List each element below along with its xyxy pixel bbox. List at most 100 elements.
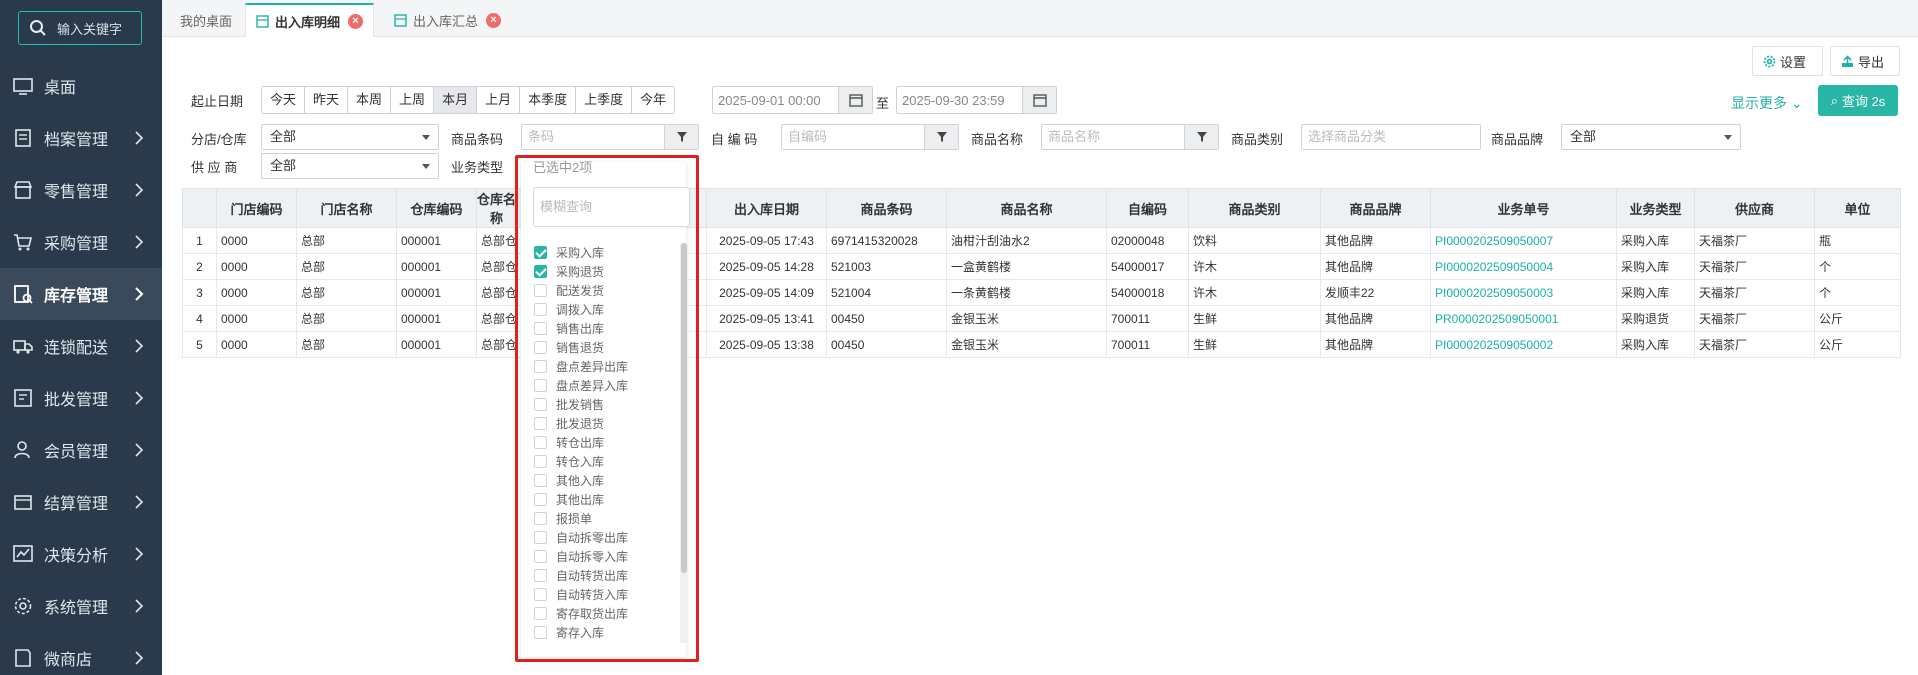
sidebar-item-wholesale[interactable]: 批发管理 (0, 372, 162, 424)
export-label: 导出 (1858, 54, 1885, 70)
preset-today[interactable]: 今天 (262, 87, 306, 113)
chevron-right-icon (135, 131, 144, 145)
cell-unit: 瓶 (1814, 227, 1901, 254)
col-header[interactable]: 单位 (1814, 188, 1901, 228)
col-header[interactable]: 商品品牌 (1320, 188, 1431, 228)
cell-supplier: 天福茶厂 (1694, 227, 1815, 254)
sidebar-search-placeholder: 输入关键字 (57, 21, 123, 37)
cell-category: 许木 (1188, 279, 1321, 306)
cell-unit: 公斤 (1814, 331, 1901, 358)
cell-category: 许木 (1188, 253, 1321, 280)
highlight-box (515, 155, 699, 662)
sidebar-search-input[interactable]: 输入关键字 (18, 11, 142, 45)
close-icon[interactable]: × (486, 12, 502, 28)
cell-order-link[interactable]: PI0000202509050004 (1430, 253, 1617, 280)
sidebar-item-label: 会员管理 (44, 444, 109, 461)
col-header[interactable]: 仓库编码 (396, 188, 477, 228)
cell-order-link[interactable]: PI0000202509050002 (1430, 331, 1617, 358)
inout-table: 门店编码 门店名称 仓库编码 仓库名称 出入库日期 商品条码 商品名称 自编码 … (182, 188, 1901, 358)
sidebar-item-distribution[interactable]: 连锁配送 (0, 320, 162, 372)
cell-store-code: 0000 (216, 227, 297, 254)
filter-icon[interactable] (1184, 125, 1218, 149)
selfcode-input[interactable]: 自编码 (781, 124, 959, 150)
wholesale-icon (12, 387, 34, 409)
preset-last-month[interactable]: 上月 (477, 87, 521, 113)
col-header[interactable]: 供应商 (1694, 188, 1815, 228)
cell-order-link[interactable]: PI0000202509050003 (1430, 279, 1617, 306)
sidebar-item-archives[interactable]: 档案管理 (0, 112, 162, 164)
cell-biztype: 采购入库 (1616, 279, 1695, 306)
date-preset-group: 今天 昨天 本周 上周 本月 上月 本季度 上季度 今年 (261, 86, 676, 114)
table-row[interactable]: 1 0000 总部 000001 总部仓库 2025-09-05 17:43 6… (182, 227, 1901, 254)
caret-down-icon (1724, 135, 1732, 140)
cell-order-link[interactable]: PI0000202509050007 (1430, 227, 1617, 254)
settings-button[interactable]: 设置 (1752, 46, 1823, 76)
category-input[interactable]: 选择商品分类 (1301, 124, 1481, 150)
cell-warehouse-code: 000001 (396, 253, 477, 280)
col-header[interactable]: 业务单号 (1430, 188, 1617, 228)
sidebar-item-settlement[interactable]: 结算管理 (0, 476, 162, 528)
col-header[interactable]: 出入库日期 (706, 188, 827, 228)
name-input[interactable]: 商品名称 (1041, 124, 1219, 150)
cell-store-name: 总部 (296, 279, 397, 306)
sidebar-item-inventory[interactable]: 库存管理 (0, 268, 162, 320)
brand-select[interactable]: 全部 (1561, 124, 1741, 150)
col-header[interactable]: 业务类型 (1616, 188, 1695, 228)
preset-this-quarter[interactable]: 本季度 (520, 87, 577, 113)
cell-order-link[interactable]: PR0000202509050001 (1430, 305, 1617, 332)
selfcode-placeholder: 自编码 (788, 129, 828, 144)
preset-last-week[interactable]: 上周 (391, 87, 435, 113)
tab-my-desktop[interactable]: 我的桌面 (170, 3, 242, 37)
preset-this-month[interactable]: 本月 (434, 87, 478, 113)
cell-index: 4 (182, 305, 217, 332)
col-header[interactable]: 自编码 (1106, 188, 1189, 228)
preset-last-quarter[interactable]: 上季度 (576, 87, 633, 113)
col-header[interactable]: 商品名称 (946, 188, 1107, 228)
caret-down-icon (422, 135, 430, 140)
store-select[interactable]: 全部 (261, 124, 439, 150)
sidebar-item-system[interactable]: 系统管理 (0, 580, 162, 632)
barcode-input[interactable]: 条码 (521, 124, 699, 150)
sidebar-item-members[interactable]: 会员管理 (0, 424, 162, 476)
col-header[interactable]: 门店名称 (296, 188, 397, 228)
sidebar-item-microstore[interactable]: 微商店 (0, 632, 162, 675)
cell-store-name: 总部 (296, 253, 397, 280)
preset-this-week[interactable]: 本周 (348, 87, 392, 113)
col-header[interactable]: 商品条码 (826, 188, 947, 228)
col-header[interactable]: 仓库名称 (476, 188, 517, 228)
sidebar-item-retail[interactable]: 零售管理 (0, 164, 162, 216)
cell-warehouse-name: 总部仓库 (476, 305, 517, 332)
end-date-input[interactable]: 2025-09-30 23:59 (896, 86, 1057, 114)
cell-date: 2025-09-05 17:43 (706, 227, 827, 254)
chevron-right-icon (135, 599, 144, 613)
table-row[interactable]: 3 0000 总部 000001 总部仓库 2025-09-05 14:09 5… (182, 279, 1901, 306)
tab-inout-summary[interactable]: 出入库汇总 × (384, 3, 511, 37)
cell-index: 1 (182, 227, 217, 254)
show-more-link[interactable]: 显示更多 ⌄ (1731, 93, 1803, 113)
cell-barcode: 00450 (826, 331, 947, 358)
cell-biztype: 采购入库 (1616, 227, 1695, 254)
cell-brand: 其他品牌 (1320, 253, 1431, 280)
sidebar-item-desktop[interactable]: 桌面 (0, 60, 162, 112)
col-header[interactable]: 门店编码 (216, 188, 297, 228)
cell-product-name: 油柑汁刮油水2 (946, 227, 1107, 254)
table-row[interactable]: 5 0000 总部 000001 总部仓库 2025-09-05 13:38 0… (182, 331, 1901, 358)
preset-yesterday[interactable]: 昨天 (305, 87, 349, 113)
col-header[interactable]: 商品类别 (1188, 188, 1321, 228)
filter-icon[interactable] (664, 125, 698, 149)
supplier-select[interactable]: 全部 (261, 153, 439, 179)
filter-icon[interactable] (924, 125, 958, 149)
tab-inout-detail[interactable]: 出入库明细 × (245, 3, 375, 37)
table-row[interactable]: 4 0000 总部 000001 总部仓库 2025-09-05 13:41 0… (182, 305, 1901, 332)
preset-this-year[interactable]: 今年 (632, 87, 674, 113)
start-date-input[interactable]: 2025-09-01 00:00 (712, 86, 873, 114)
calendar-icon[interactable] (838, 87, 872, 113)
calendar-icon[interactable] (1022, 87, 1056, 113)
close-icon[interactable]: × (348, 13, 364, 29)
export-button[interactable]: 导出 (1830, 46, 1900, 76)
category-placeholder: 选择商品分类 (1308, 129, 1387, 144)
sidebar-item-analysis[interactable]: 决策分析 (0, 528, 162, 580)
sidebar-item-purchase[interactable]: 采购管理 (0, 216, 162, 268)
table-row[interactable]: 2 0000 总部 000001 总部仓库 2025-09-05 14:28 5… (182, 253, 1901, 280)
query-button[interactable]: ⌕ 查询 2s (1818, 85, 1898, 116)
